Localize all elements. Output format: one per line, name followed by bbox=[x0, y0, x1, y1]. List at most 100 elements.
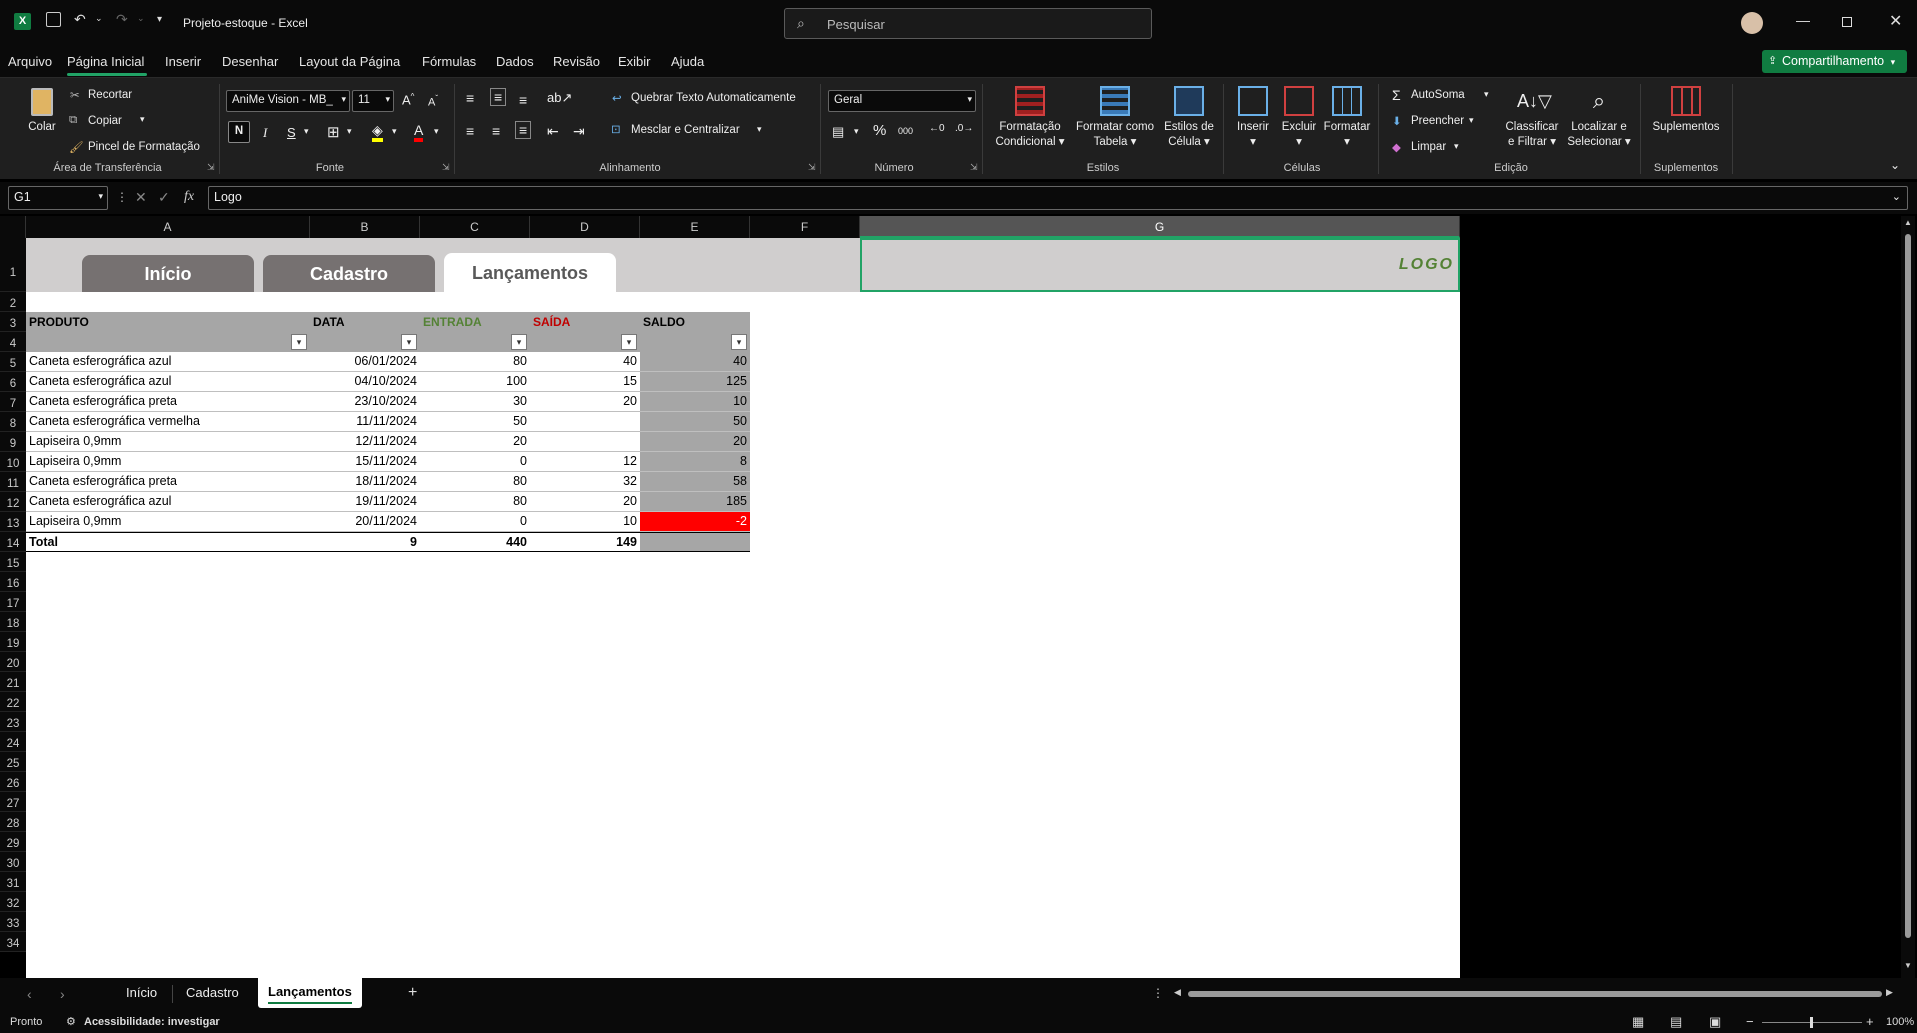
table-cell[interactable]: 18/11/2024 bbox=[310, 472, 420, 492]
page-break-view-icon[interactable]: ▣ bbox=[1709, 1014, 1721, 1030]
cancel-icon[interactable]: ✕ bbox=[135, 189, 147, 206]
next-sheet-icon[interactable]: › bbox=[60, 986, 65, 1002]
underline-dropdown-icon[interactable]: ▾ bbox=[304, 126, 309, 137]
bold-button[interactable]: N bbox=[228, 121, 250, 143]
merge-dropdown-icon[interactable]: ▾ bbox=[757, 124, 762, 135]
borders-icon[interactable]: ⊞ bbox=[327, 123, 340, 141]
table-cell[interactable]: 11/11/2024 bbox=[310, 412, 420, 432]
table-cell[interactable]: 0 bbox=[420, 452, 530, 472]
row-header[interactable]: 13 bbox=[0, 512, 26, 532]
total-cell[interactable] bbox=[640, 532, 750, 552]
alignment-launcher-icon[interactable]: ⇲ bbox=[808, 162, 816, 173]
row-header[interactable]: 32 bbox=[0, 892, 26, 912]
scroll-left-icon[interactable]: ◀ bbox=[1174, 987, 1181, 998]
row-header[interactable]: 7 bbox=[0, 392, 26, 412]
column-header-a[interactable]: A bbox=[26, 216, 310, 238]
row-header[interactable]: 25 bbox=[0, 752, 26, 772]
prev-sheet-icon[interactable]: ‹ bbox=[27, 986, 32, 1002]
fill-color-icon[interactable]: ◈ bbox=[372, 122, 383, 142]
zoom-slider[interactable] bbox=[1762, 1017, 1862, 1028]
table-cell[interactable]: Lapiseira 0,9mm bbox=[26, 432, 310, 452]
copy-button[interactable]: Copiar bbox=[88, 115, 122, 127]
row-header[interactable]: 5 bbox=[0, 352, 26, 372]
nav-tab-lancamentos[interactable]: Lançamentos bbox=[444, 253, 616, 292]
fill-button[interactable]: Preencher bbox=[1411, 115, 1464, 127]
align-center-icon[interactable]: ≡ bbox=[492, 123, 500, 139]
row-header[interactable]: 19 bbox=[0, 632, 26, 652]
row-header[interactable]: 29 bbox=[0, 832, 26, 852]
column-header-e[interactable]: E bbox=[640, 216, 750, 238]
row-header[interactable]: 20 bbox=[0, 652, 26, 672]
table-cell[interactable]: 0 bbox=[420, 512, 530, 532]
minimize-icon[interactable]: — bbox=[1796, 12, 1810, 28]
row-header[interactable]: 31 bbox=[0, 872, 26, 892]
percent-button[interactable]: % bbox=[873, 122, 886, 139]
row-header[interactable]: 18 bbox=[0, 612, 26, 632]
align-top-icon[interactable]: ≡ bbox=[466, 90, 474, 106]
autosum-dropdown-icon[interactable]: ▾ bbox=[1484, 89, 1489, 100]
row-header[interactable]: 14 bbox=[0, 532, 26, 552]
table-cell[interactable]: 80 bbox=[420, 472, 530, 492]
total-cell[interactable]: 9 bbox=[310, 532, 420, 552]
zoom-thumb[interactable] bbox=[1810, 1017, 1813, 1028]
filter-dropdown-icon[interactable]: ▾ bbox=[511, 334, 527, 350]
format-as-table-button[interactable]: Formatar como Tabela ▾ bbox=[1072, 86, 1158, 150]
table-cell[interactable]: 20 bbox=[640, 432, 750, 452]
table-cell[interactable]: 19/11/2024 bbox=[310, 492, 420, 512]
table-cell[interactable]: 20 bbox=[420, 432, 530, 452]
decrease-decimal-icon[interactable]: .0→ bbox=[955, 123, 973, 134]
autosum-button[interactable]: AutoSoma bbox=[1411, 89, 1465, 101]
font-launcher-icon[interactable]: ⇲ bbox=[442, 162, 450, 173]
table-cell[interactable]: 100 bbox=[420, 372, 530, 392]
logo-cell[interactable] bbox=[860, 238, 1460, 292]
tab-revisao[interactable]: Revisão bbox=[553, 54, 600, 69]
undo-dropdown-icon[interactable]: ⌄ bbox=[95, 13, 103, 24]
decrease-font-icon[interactable]: Aˇ bbox=[428, 94, 438, 109]
row-header[interactable]: 27 bbox=[0, 792, 26, 812]
table-cell[interactable]: 40 bbox=[530, 352, 640, 372]
currency-icon[interactable]: ▤ bbox=[832, 124, 844, 140]
scroll-thumb[interactable] bbox=[1905, 234, 1911, 938]
row-header[interactable]: 4 bbox=[0, 332, 26, 352]
sheet-tab-inicio[interactable]: Início bbox=[126, 985, 157, 1000]
table-cell[interactable]: 12/11/2024 bbox=[310, 432, 420, 452]
filter-dropdown-icon[interactable]: ▾ bbox=[291, 334, 307, 350]
row-header[interactable]: 6 bbox=[0, 372, 26, 392]
redo-dropdown-icon[interactable]: ⌄ bbox=[137, 13, 145, 24]
select-all-corner[interactable] bbox=[0, 216, 26, 238]
tab-desenhar[interactable]: Desenhar bbox=[222, 54, 278, 69]
table-cell[interactable]: 80 bbox=[420, 492, 530, 512]
clear-button[interactable]: Limpar bbox=[1411, 141, 1446, 153]
table-cell[interactable]: 04/10/2024 bbox=[310, 372, 420, 392]
increase-font-icon[interactable]: A^ bbox=[402, 92, 414, 107]
table-cell[interactable]: 20/11/2024 bbox=[310, 512, 420, 532]
table-cell[interactable]: Lapiseira 0,9mm bbox=[26, 512, 310, 532]
font-color-icon[interactable]: A bbox=[414, 122, 424, 142]
tab-formulas[interactable]: Fórmulas bbox=[422, 54, 476, 69]
table-cell[interactable]: Caneta esferográfica azul bbox=[26, 352, 310, 372]
fill-dropdown-icon[interactable]: ▾ bbox=[1469, 115, 1474, 126]
merge-center-button[interactable]: Mesclar e Centralizar bbox=[631, 124, 740, 136]
align-right-icon[interactable]: ≡ bbox=[515, 121, 532, 139]
column-header-g[interactable]: G bbox=[860, 216, 1460, 238]
clipboard-launcher-icon[interactable]: ⇲ bbox=[207, 162, 215, 173]
table-cell[interactable]: 50 bbox=[640, 412, 750, 432]
formula-input[interactable]: Logo ⌄ bbox=[208, 186, 1908, 210]
table-cell[interactable]: Caneta esferográfica azul bbox=[26, 372, 310, 392]
underline-button[interactable]: S bbox=[287, 125, 296, 140]
table-cell[interactable] bbox=[530, 432, 640, 452]
accessibility-status[interactable]: Acessibilidade: investigar bbox=[84, 1016, 220, 1028]
delete-cells-button[interactable]: Excluir ▾ bbox=[1276, 86, 1322, 150]
tab-dados[interactable]: Dados bbox=[496, 54, 534, 69]
align-middle-icon[interactable]: ≡ bbox=[490, 88, 507, 106]
total-cell[interactable]: Total bbox=[26, 532, 310, 552]
table-cell[interactable]: 125 bbox=[640, 372, 750, 392]
row-header[interactable]: 30 bbox=[0, 852, 26, 872]
close-icon[interactable]: ✕ bbox=[1889, 11, 1902, 31]
increase-indent-icon[interactable]: ⇥ bbox=[573, 123, 585, 140]
find-select-button[interactable]: ⌕ Localizar e Selecionar ▾ bbox=[1564, 86, 1634, 150]
table-cell[interactable]: 15/11/2024 bbox=[310, 452, 420, 472]
table-cell[interactable]: Caneta esferográfica preta bbox=[26, 392, 310, 412]
decrease-indent-icon[interactable]: ⇤ bbox=[547, 123, 559, 140]
font-size-select[interactable]: 11 ▾ bbox=[352, 90, 394, 112]
